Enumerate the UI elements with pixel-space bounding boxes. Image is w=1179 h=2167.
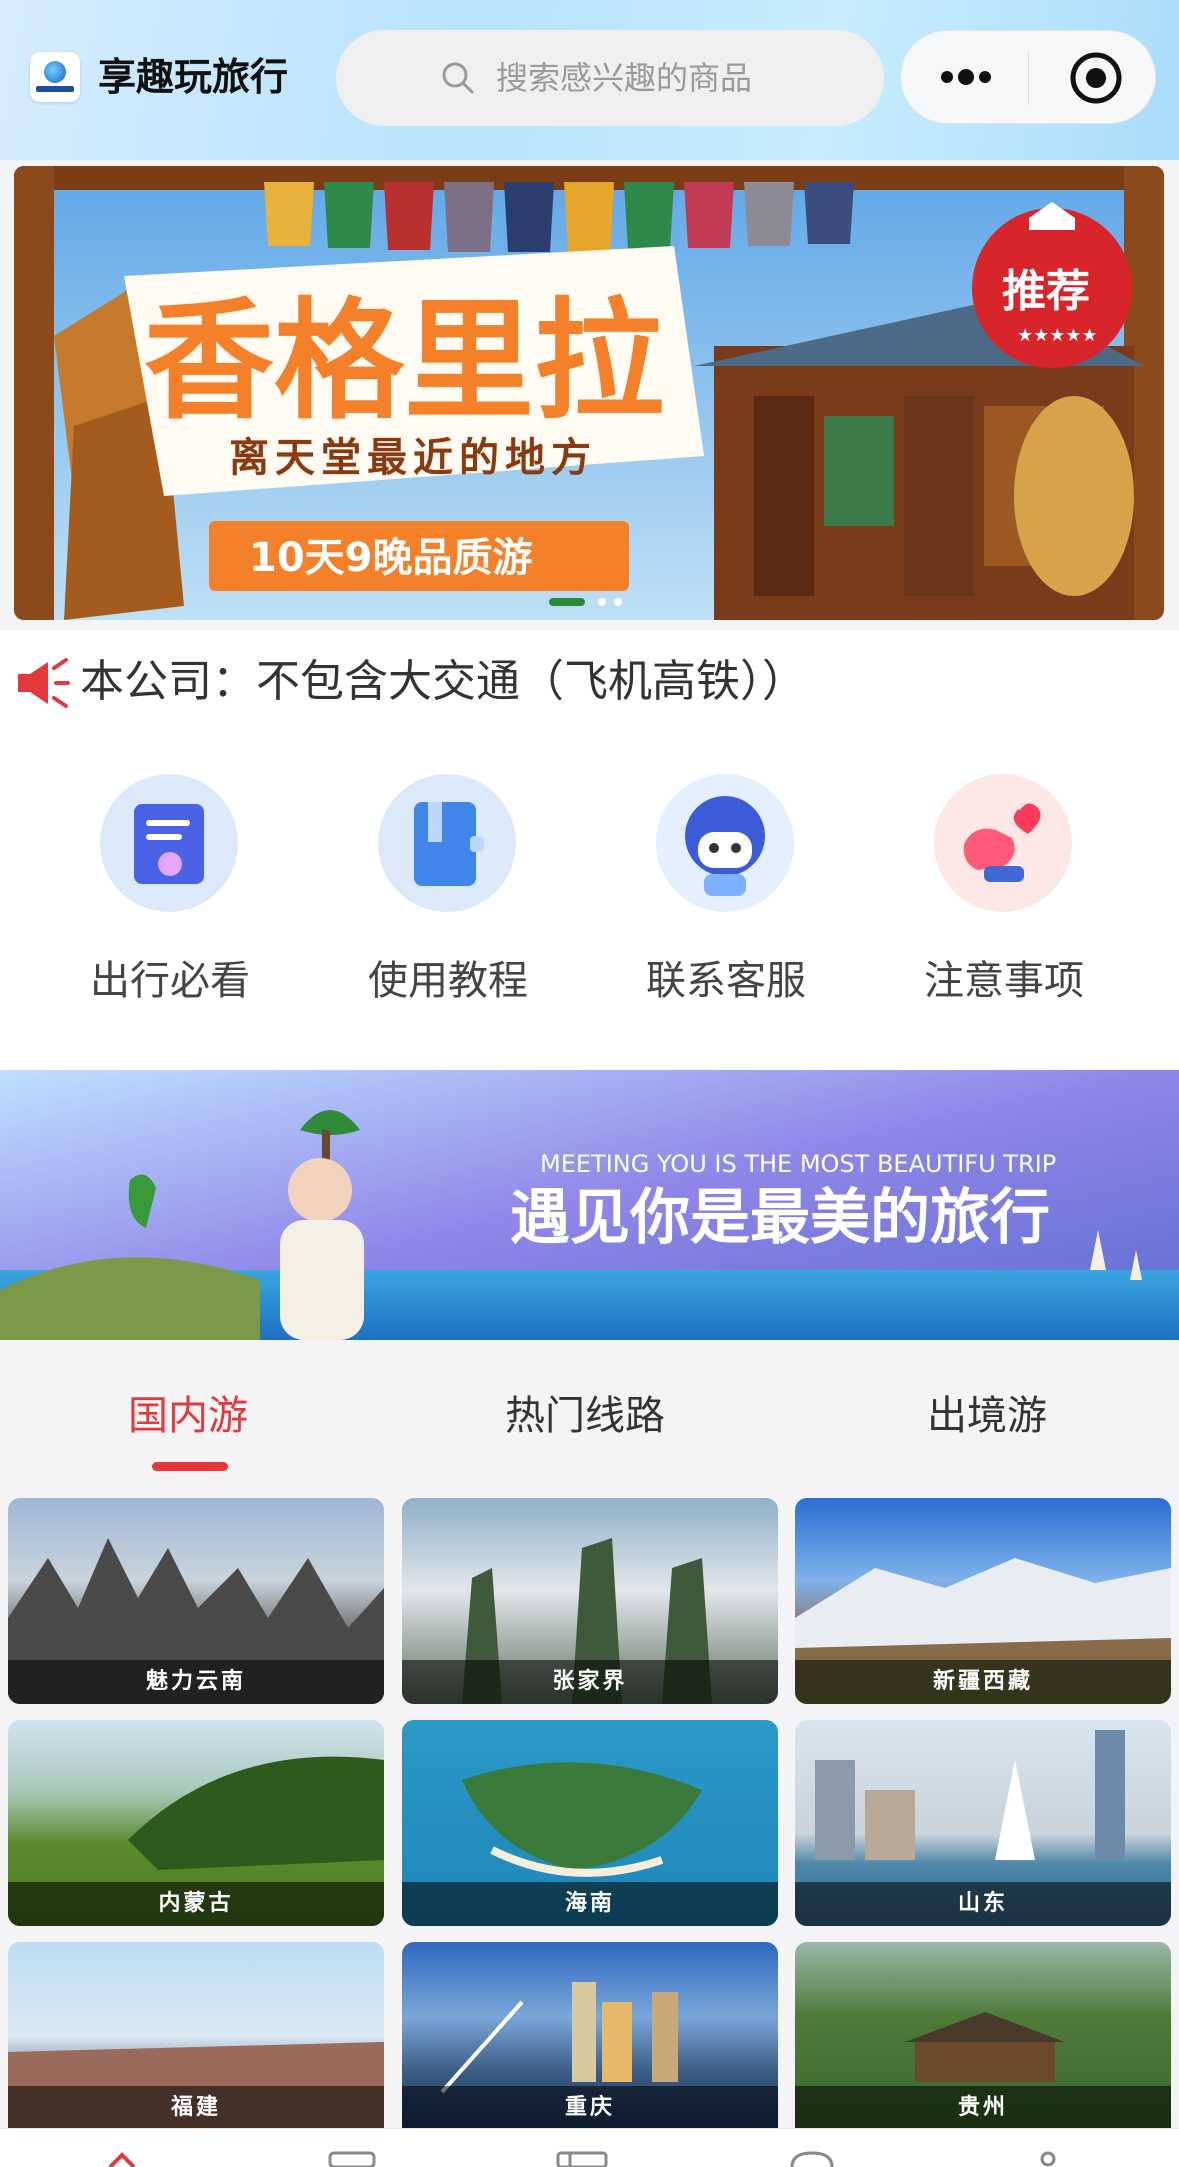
quick-link-travel-guide[interactable]: 出行必看 bbox=[50, 774, 270, 1014]
destination-card-guizhou[interactable]: 贵州 bbox=[795, 1942, 1171, 2130]
banner-title: 香格里拉 bbox=[144, 284, 664, 437]
quick-link-notes[interactable]: 注意事项 bbox=[884, 774, 1104, 1014]
home-icon[interactable] bbox=[92, 2145, 152, 2167]
banner-badge: 推荐 bbox=[1002, 266, 1090, 317]
destination-label: 重庆 bbox=[402, 2086, 778, 2130]
destination-card-zhangjiajie[interactable]: 张家界 bbox=[402, 1498, 778, 1704]
quick-link-label: 联系客服 bbox=[646, 958, 806, 1004]
search-icon bbox=[442, 62, 474, 94]
quick-link-label: 使用教程 bbox=[368, 958, 528, 1004]
destination-label: 内蒙古 bbox=[8, 1882, 384, 1926]
destination-label: 张家界 bbox=[402, 1660, 778, 1704]
destination-card-chongqing[interactable]: 重庆 bbox=[402, 1942, 778, 2130]
destination-label: 福建 bbox=[8, 2086, 384, 2130]
destination-label: 贵州 bbox=[795, 2086, 1171, 2130]
destination-card-inner-mongolia[interactable]: 内蒙古 bbox=[8, 1720, 384, 1926]
active-tab-indicator bbox=[152, 1462, 228, 1471]
quick-link-label: 注意事项 bbox=[924, 958, 1084, 1004]
speaker-icon bbox=[18, 658, 70, 708]
hero-banner-art: 香格里拉 离天堂最近的地方 10天9晚品质游 推荐 ★★★★★ bbox=[14, 166, 1164, 620]
quick-link-label: 出行必看 bbox=[90, 958, 250, 1004]
miniprogram-capsule bbox=[900, 30, 1156, 124]
destination-label: 魅力云南 bbox=[8, 1660, 384, 1704]
robot-support-icon bbox=[656, 774, 794, 912]
bottom-nav bbox=[0, 2128, 1179, 2167]
promo-english: MEETING YOU IS THE MOST BEAUTIFU TRIP bbox=[540, 1150, 1056, 1178]
more-icon[interactable] bbox=[937, 63, 995, 91]
category-tabs: 国内游 热门线路 出境游 bbox=[0, 1340, 1179, 1490]
message-icon[interactable] bbox=[782, 2145, 842, 2167]
promo-chinese: 遇见你是最美的旅行 bbox=[510, 1183, 1050, 1253]
profile-icon[interactable] bbox=[1012, 2145, 1072, 2167]
destination-label: 山东 bbox=[795, 1882, 1171, 1926]
destination-card-yunnan[interactable]: 魅力云南 bbox=[8, 1498, 384, 1704]
destination-label: 新疆西藏 bbox=[795, 1660, 1171, 1704]
tab-outbound[interactable]: 出境游 bbox=[927, 1388, 1047, 1444]
quick-links: 出行必看 使用教程 联系客服 注意事项 bbox=[0, 730, 1179, 1070]
destination-card-fujian[interactable]: 福建 bbox=[8, 1942, 384, 2130]
orders-icon[interactable] bbox=[552, 2145, 612, 2167]
book-icon bbox=[378, 774, 516, 912]
promo-banner[interactable]: MEETING YOU IS THE MOST BEAUTIFU TRIP 遇见… bbox=[0, 1070, 1179, 1340]
destination-card-xinjiang-tibet[interactable]: 新疆西藏 bbox=[795, 1498, 1171, 1704]
banner-subtitle: 离天堂最近的地方 bbox=[229, 434, 597, 481]
quick-link-customer-service[interactable]: 联系客服 bbox=[606, 774, 826, 1014]
notice-bar[interactable]: 本公司：不包含大交通（飞机高铁）） bbox=[0, 630, 1179, 730]
destination-card-shandong[interactable]: 山东 bbox=[795, 1720, 1171, 1926]
tab-hot-routes[interactable]: 热门线路 bbox=[505, 1388, 665, 1444]
quick-link-tutorial[interactable]: 使用教程 bbox=[328, 774, 548, 1014]
category-icon[interactable] bbox=[322, 2145, 382, 2167]
app-title: 享趣玩旅行 bbox=[98, 55, 289, 99]
destination-card-hainan[interactable]: 海南 bbox=[402, 1720, 778, 1926]
app-logo bbox=[30, 52, 80, 102]
top-bar: 享趣玩旅行 搜索感兴趣的商品 bbox=[0, 0, 1179, 160]
promo-banner-art: MEETING YOU IS THE MOST BEAUTIFU TRIP 遇见… bbox=[0, 1070, 1179, 1340]
destination-grid: 魅力云南 张家界 新疆西藏 内蒙古 海南 山东 福建 重庆 贵州 bbox=[0, 1490, 1179, 2130]
hand-heart-icon bbox=[934, 774, 1072, 912]
close-miniprogram-icon[interactable] bbox=[1069, 51, 1123, 105]
tab-domestic[interactable]: 国内游 bbox=[128, 1388, 248, 1444]
document-check-icon bbox=[100, 774, 238, 912]
hero-banner[interactable]: 香格里拉 离天堂最近的地方 10天9晚品质游 推荐 ★★★★★ bbox=[14, 166, 1164, 620]
search-input[interactable]: 搜索感兴趣的商品 bbox=[336, 30, 884, 126]
banner-tag: 10天9晚品质游 bbox=[249, 535, 533, 581]
svg-text:★★★★★: ★★★★★ bbox=[1017, 325, 1098, 346]
destination-label: 海南 bbox=[402, 1882, 778, 1926]
notice-text: 本公司：不包含大交通（飞机高铁）） bbox=[80, 656, 806, 707]
search-placeholder: 搜索感兴趣的商品 bbox=[496, 59, 753, 97]
